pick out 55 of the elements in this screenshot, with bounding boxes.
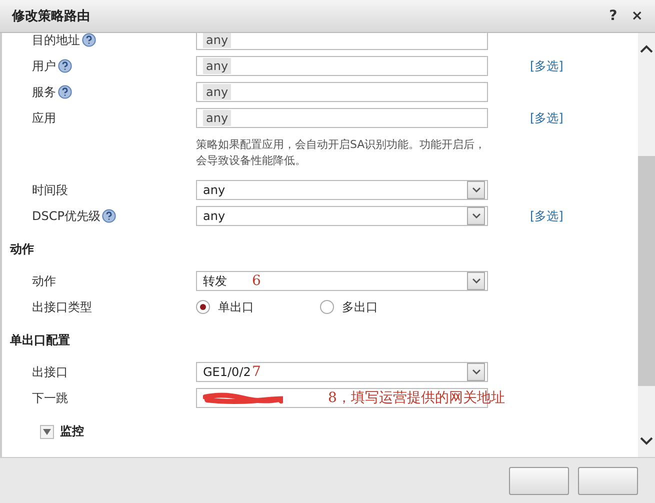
field-label: 服务: [32, 84, 56, 100]
field-label: 应用: [32, 110, 56, 126]
tag-chip: any: [203, 84, 232, 100]
close-button[interactable]: ×: [631, 8, 643, 24]
caret-icon: [472, 187, 480, 193]
dialog-button[interactable]: [509, 466, 569, 494]
field-label: 动作: [32, 272, 56, 290]
dropdown-button[interactable]: [467, 181, 485, 199]
help-icon[interactable]: [58, 59, 72, 73]
tag-chip: any: [203, 58, 232, 74]
field-label: 时间段: [32, 182, 68, 198]
multi-select-link[interactable]: [多选]: [488, 110, 564, 124]
triangle-icon: [43, 428, 51, 434]
tag-input-field[interactable]: any: [196, 108, 488, 128]
scrollbar-thumb[interactable]: [638, 156, 655, 386]
caret-icon: [472, 369, 480, 375]
tag-chip: any: [203, 33, 232, 48]
caret-icon: [472, 213, 480, 219]
select-field[interactable]: any: [196, 180, 488, 200]
dropdown-button[interactable]: [467, 363, 485, 381]
field-label: DSCP优先级: [32, 208, 100, 224]
tag-input-field[interactable]: any: [196, 82, 488, 102]
help-icon[interactable]: [102, 209, 116, 223]
annotation-text: 6: [252, 273, 261, 289]
help-icon[interactable]: [82, 33, 96, 47]
multi-select-link[interactable]: [多选]: [488, 208, 564, 222]
tag-input-field[interactable]: any: [196, 33, 488, 50]
field-label: 目的地址: [32, 33, 80, 48]
help-icon[interactable]: [58, 85, 72, 99]
field-label: 用户: [32, 58, 56, 74]
dropdown-button[interactable]: [467, 272, 485, 290]
scrollbar[interactable]: [638, 33, 655, 457]
field-label: 下一跳: [32, 390, 68, 406]
section-heading: 动作: [10, 241, 35, 258]
expand-toggle[interactable]: [40, 424, 54, 438]
annotation-text: 8，填写运营提供的网关地址: [328, 389, 505, 407]
collapsible-title: 监控: [60, 423, 84, 440]
note-text: 策略如果配置应用，会自动开启SA识别功能。功能开启后，会导致设备性能降低。: [196, 137, 487, 169]
caret-icon: [472, 278, 480, 284]
select-field[interactable]: any: [196, 206, 488, 226]
tag-chip: any: [203, 110, 232, 126]
annotation-text: 7: [252, 364, 261, 380]
section-heading: 单出口配置: [10, 332, 71, 349]
window-title: 修改策略路由: [12, 8, 91, 25]
radio-option[interactable]: 单出口: [196, 298, 320, 316]
radio-button[interactable]: [320, 300, 334, 314]
radio-option[interactable]: 多出口: [320, 298, 444, 316]
dropdown-button[interactable]: [467, 207, 485, 225]
dialog-button[interactable]: [578, 466, 638, 494]
tag-input-field[interactable]: any: [196, 56, 488, 76]
field-label: 出接口: [32, 364, 68, 380]
help-button[interactable]: ?: [609, 8, 618, 24]
multi-select-link[interactable]: [多选]: [488, 58, 564, 72]
radio-button[interactable]: [196, 300, 210, 314]
field-label: 出接口类型: [32, 298, 92, 316]
